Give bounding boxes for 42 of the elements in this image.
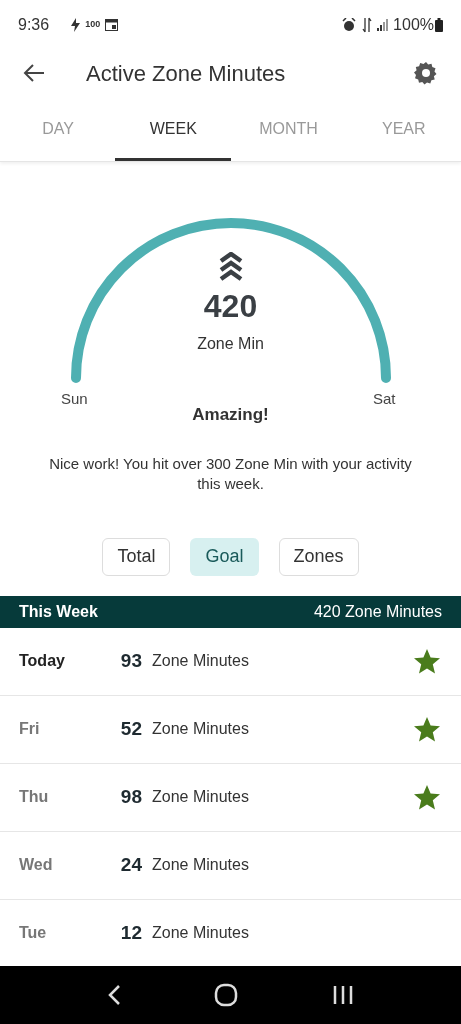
period-tab[interactable]: WEEK bbox=[115, 96, 232, 161]
alarm-icon bbox=[342, 18, 357, 32]
message-text: Nice work! You hit over 300 Zone Min with your activity this week. bbox=[48, 453, 413, 494]
calendar-icon bbox=[105, 19, 119, 31]
day-label: Wed bbox=[19, 855, 54, 875]
data-transfer-icon bbox=[362, 17, 373, 33]
nav-home-button[interactable] bbox=[214, 983, 239, 1007]
gauge-unit: Zone Min bbox=[197, 334, 264, 354]
nav-back-button[interactable] bbox=[106, 984, 121, 1006]
view-toggle-button[interactable]: Zones bbox=[278, 537, 359, 576]
day-label: Today bbox=[19, 651, 66, 671]
day-value: 52 bbox=[119, 716, 142, 741]
day-value: 24 bbox=[119, 852, 142, 877]
day-label: Fri bbox=[19, 719, 41, 739]
day-unit: Zone Minutes bbox=[152, 787, 250, 807]
page-title: Active Zone Minutes bbox=[86, 59, 287, 88]
signal-icon bbox=[377, 19, 390, 31]
day-value: 98 bbox=[119, 784, 142, 809]
status-time: 9:36 bbox=[18, 15, 50, 35]
gauge-end-label: Sat bbox=[373, 389, 396, 409]
day-value: 12 bbox=[119, 920, 142, 945]
day-label: Thu bbox=[19, 787, 50, 807]
gauge-start-label: Sun bbox=[61, 389, 88, 409]
view-toggle-button[interactable]: Goal bbox=[190, 537, 259, 576]
status-count: 100 bbox=[85, 18, 101, 32]
message-title: Amazing! bbox=[192, 404, 269, 426]
view-toggle-button[interactable]: Total bbox=[102, 537, 171, 576]
battery-icon bbox=[435, 18, 443, 32]
battery-percent: 100% bbox=[393, 15, 434, 35]
day-value: 93 bbox=[119, 648, 142, 673]
flash-icon bbox=[71, 18, 81, 32]
week-label: This Week bbox=[19, 601, 98, 622]
gauge-value: 420 bbox=[203, 290, 258, 322]
week-total: 420 Zone Minutes bbox=[313, 601, 442, 622]
nav-recents-button[interactable] bbox=[332, 985, 355, 1005]
day-unit: Zone Minutes bbox=[152, 923, 250, 943]
chevrons-icon bbox=[218, 252, 243, 282]
day-unit: Zone Minutes bbox=[152, 855, 250, 875]
day-unit: Zone Minutes bbox=[152, 651, 250, 671]
day-unit: Zone Minutes bbox=[152, 719, 250, 739]
day-label: Tue bbox=[19, 923, 48, 943]
settings-button[interactable] bbox=[413, 60, 439, 86]
